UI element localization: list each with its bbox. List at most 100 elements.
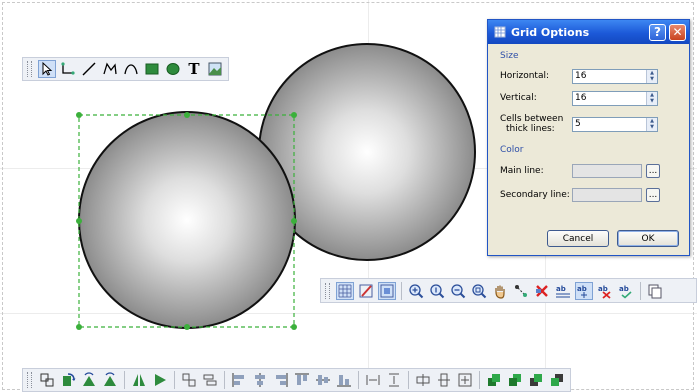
connector-icon[interactable] [59, 60, 77, 78]
horizontal-label: Horizontal: [500, 71, 549, 81]
zoom-fit-icon[interactable] [470, 282, 488, 300]
vertical-input[interactable] [573, 91, 646, 105]
sphere-shape-selected[interactable] [78, 111, 296, 329]
bring-forward-icon[interactable] [527, 371, 545, 389]
cells-input[interactable] [573, 117, 646, 131]
ellipse-icon[interactable] [164, 60, 182, 78]
toolbar-grip[interactable] [325, 282, 330, 299]
cells-label: Cells between thick lines: [500, 114, 572, 134]
center-horizontal-icon[interactable] [385, 371, 403, 389]
text-icon[interactable]: T [185, 60, 203, 78]
align-bottom-icon[interactable] [314, 371, 332, 389]
center-both-icon[interactable] [435, 371, 453, 389]
line-icon[interactable] [80, 60, 98, 78]
close-icon: ✕ [672, 25, 683, 39]
secondary-line-browse-button[interactable]: ... [646, 188, 660, 202]
send-backward-icon[interactable] [548, 371, 566, 389]
image-icon[interactable] [206, 60, 224, 78]
same-height-icon[interactable] [456, 371, 474, 389]
toolbar-separator [479, 371, 480, 389]
vertical-label: Vertical: [500, 93, 537, 103]
spin-arrows[interactable]: ▲ ▼ [646, 117, 657, 131]
rotate-left-icon[interactable] [80, 371, 98, 389]
copy-icon[interactable] [646, 282, 664, 300]
main-line-row: Main line: ... [500, 159, 681, 183]
spin-arrows[interactable]: ▲ ▼ [646, 91, 657, 105]
help-button[interactable]: ? [649, 23, 666, 41]
align-text-icon[interactable]: ab [554, 282, 572, 300]
main-line-swatch[interactable] [572, 164, 642, 178]
align-right-icon[interactable] [251, 371, 269, 389]
align-center-icon[interactable] [230, 371, 248, 389]
zoom-in-icon[interactable] [407, 282, 425, 300]
space-horizontal-icon[interactable] [335, 371, 353, 389]
flip-vertical-icon[interactable] [130, 371, 148, 389]
same-width-icon[interactable] [180, 371, 198, 389]
resize-handle [184, 112, 190, 118]
close-button[interactable]: ✕ [669, 23, 686, 41]
space-vertical-icon[interactable] [364, 371, 382, 389]
cells-spinner[interactable]: ▲▼ [572, 116, 658, 132]
align-left-icon[interactable] [201, 371, 219, 389]
spin-arrows[interactable]: ▲ ▼ [646, 69, 657, 83]
toolbar-separator [124, 371, 125, 389]
rectangle-icon[interactable] [143, 60, 161, 78]
pan-hand-icon[interactable] [491, 282, 509, 300]
view-toolbar: ab ab ab ab [320, 278, 697, 303]
resize-handle [291, 218, 297, 224]
cells-row: Cells betweenthick lines: ▲▼ [500, 109, 681, 139]
select-icon[interactable] [38, 60, 56, 78]
rotate-right-icon[interactable] [59, 371, 77, 389]
same-size-icon[interactable] [151, 371, 169, 389]
cancel-button[interactable]: Cancel [547, 230, 609, 247]
resize-handle [76, 324, 82, 330]
group-icon[interactable] [38, 371, 56, 389]
svg-text:ab: ab [619, 285, 629, 293]
svg-text:ab: ab [577, 285, 587, 293]
main-line-browse-button[interactable]: ... [646, 164, 660, 178]
help-icon: ? [654, 25, 661, 39]
polyline-icon[interactable] [101, 60, 119, 78]
horizontal-spinner[interactable]: ▲▼ [572, 68, 658, 84]
snap-grid-icon[interactable] [378, 281, 396, 300]
arrange-toolbar [22, 368, 571, 392]
align-top-icon[interactable] [272, 371, 290, 389]
zoom-out-icon[interactable] [449, 282, 467, 300]
toolbar-separator [358, 371, 359, 389]
connect-icon[interactable] [512, 282, 530, 300]
text-tool-glyph: T [188, 60, 200, 78]
vertical-spinner[interactable]: ▲▼ [572, 90, 658, 106]
ok-button[interactable]: OK [617, 230, 679, 247]
toolbar-separator [640, 281, 641, 300]
grid-icon[interactable] [336, 281, 354, 300]
horizontal-input[interactable] [573, 69, 646, 83]
toolbar-separator [408, 371, 409, 389]
dialog-title-bar[interactable]: Grid Options ? ✕ [488, 20, 689, 44]
center-vertical-icon[interactable] [414, 371, 432, 389]
flip-horizontal-icon[interactable] [101, 371, 119, 389]
cells-label-line1: Cells between [500, 114, 564, 124]
curve-icon[interactable] [122, 60, 140, 78]
toolbar-grip[interactable] [27, 61, 32, 77]
vertical-row: Vertical: ▲▼ [500, 87, 681, 109]
spin-down-icon[interactable]: ▼ [647, 98, 657, 105]
align-text-remove-icon[interactable]: ab [596, 282, 614, 300]
resize-handle [184, 324, 190, 330]
edit-grid-icon[interactable] [357, 282, 375, 300]
spin-down-icon[interactable]: ▼ [647, 124, 657, 131]
resize-handle [291, 112, 297, 118]
zoom-actual-icon[interactable] [428, 282, 446, 300]
send-back-icon[interactable] [506, 371, 524, 389]
resize-handle [76, 112, 82, 118]
draw-toolbar: T [22, 57, 229, 81]
toolbar-grip[interactable] [27, 372, 32, 388]
spell-check-icon[interactable]: ab [617, 282, 635, 300]
toolbar-separator [401, 281, 402, 300]
delete-connection-icon[interactable] [533, 282, 551, 300]
spin-down-icon[interactable]: ▼ [647, 76, 657, 83]
app-icon [494, 26, 506, 38]
secondary-line-swatch[interactable] [572, 188, 642, 202]
align-middle-icon[interactable] [293, 371, 311, 389]
align-text-active-icon[interactable]: ab [575, 281, 593, 300]
bring-front-icon[interactable] [485, 371, 503, 389]
